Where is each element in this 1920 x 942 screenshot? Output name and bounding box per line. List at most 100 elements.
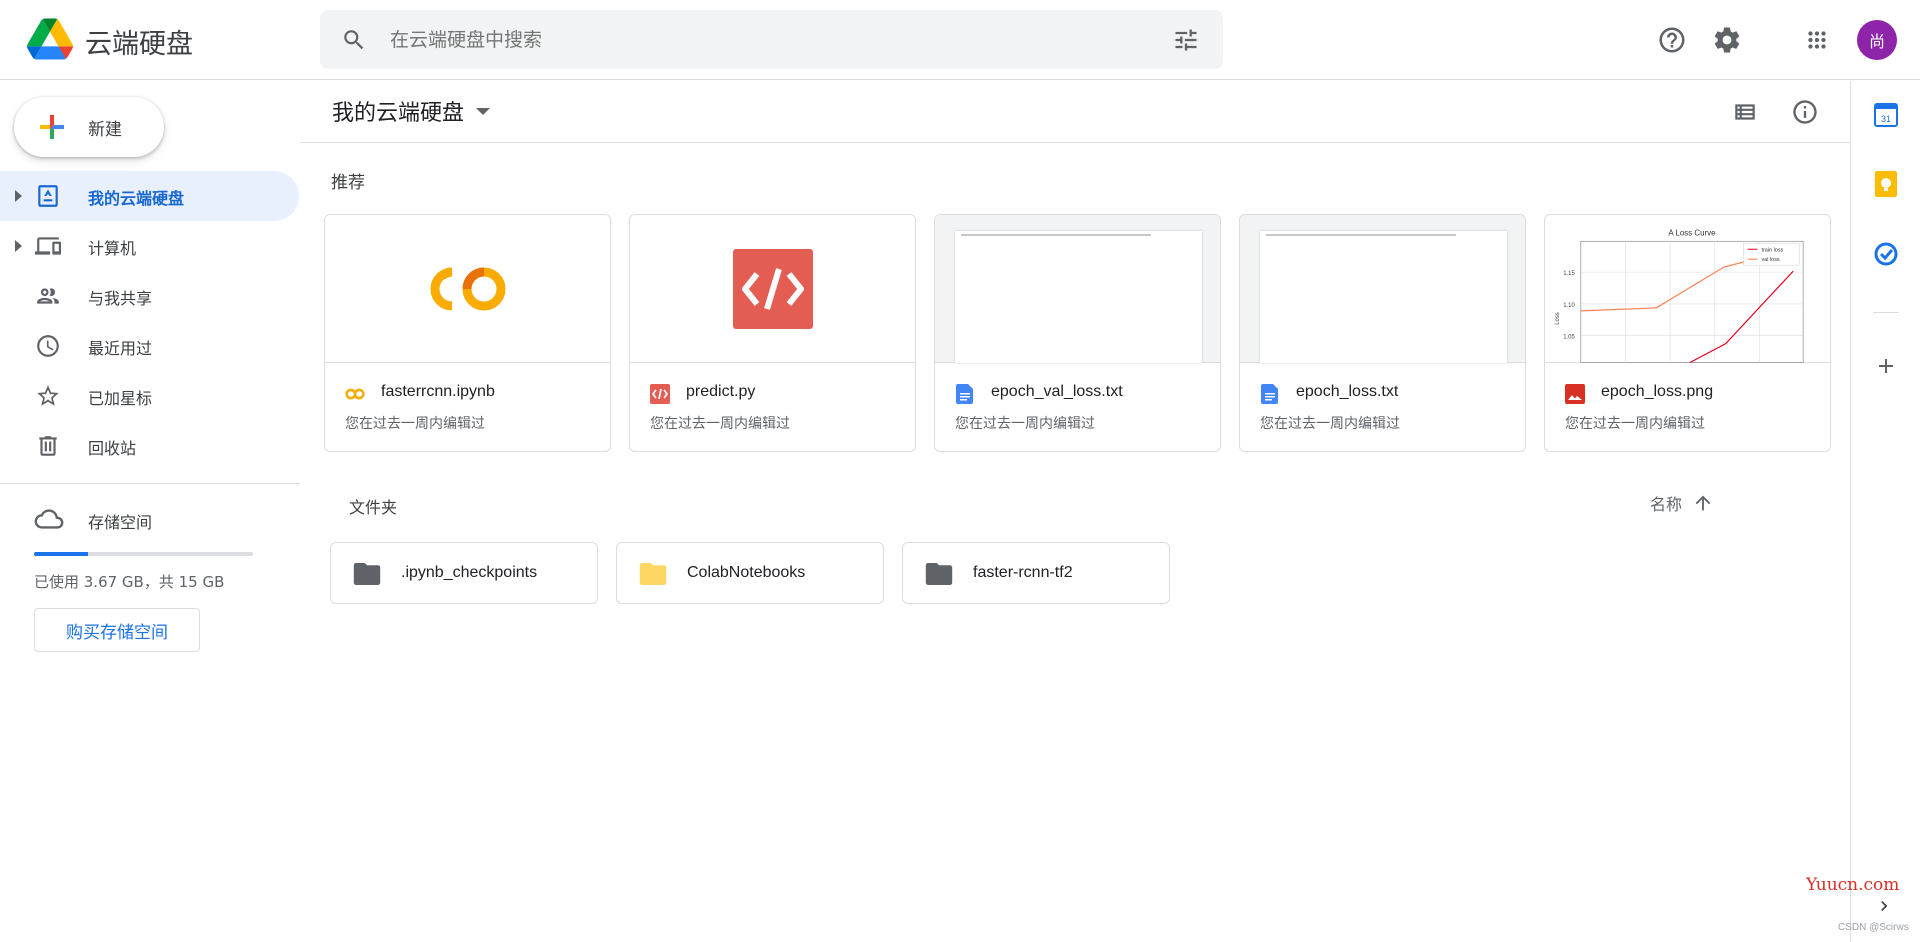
file-activity: 您在过去一周内编辑过 [1565,416,1705,432]
search-options-icon[interactable] [1172,26,1200,54]
code-file-icon [650,384,670,404]
expand-panel-icon[interactable] [1874,896,1894,916]
colab-logo-icon [430,267,505,310]
folders-heading: 文件夹 [349,498,398,517]
calendar-icon[interactable]: 31 [1874,102,1898,128]
sidebar-item-label: 已加星标 [88,389,153,408]
folder-item[interactable]: ColabNotebooks [616,542,884,604]
search-input[interactable] [390,22,1150,58]
sidebar-divider [0,483,300,484]
sidebar-item-starred[interactable]: 已加星标 [0,371,299,421]
loss-curve-thumbnail: A Loss Curve 1.15 1.10 1.05 Loss train l… [1555,228,1804,363]
file-name: epoch_val_loss.txt [991,383,1123,400]
thumb-val-loss-line [1580,254,1770,311]
storage-label[interactable]: 存储空间 [88,509,152,533]
thumb-tick-label: 1.05 [1563,334,1575,340]
thumb-legend-item: train loss [1761,247,1783,253]
folder-icon [925,563,953,585]
image-file-icon [1565,384,1585,404]
search-icon[interactable] [341,27,367,53]
file-card[interactable]: epoch_val_loss.txt 您在过去一周内编辑过 [934,214,1221,452]
apps-grid-icon[interactable] [1799,22,1835,58]
info-icon[interactable] [1790,97,1820,127]
text-line [961,234,1151,236]
file-thumbnail [325,215,610,363]
storage-progress-fill [34,552,88,556]
sidebar-item-label: 回收站 [88,439,137,458]
sidebar: 新建 我的云端硬盘 计算机 与我共享 最近用过 已加星标 回收站 存储空间 已使… [0,81,300,942]
folder-icon [639,563,667,585]
file-name: fasterrcnn.ipynb [381,383,495,400]
sidebar-item-label: 计算机 [88,239,137,258]
calendar-day: 31 [1881,114,1891,124]
file-card[interactable]: epoch_loss.txt 您在过去一周内编辑过 [1239,214,1526,452]
file-activity: 您在过去一周内编辑过 [1260,416,1400,432]
file-card[interactable]: A Loss Curve 1.15 1.10 1.05 Loss train l… [1544,214,1831,452]
new-button[interactable]: 新建 [14,97,164,157]
thumb-tick-label: 1.15 [1563,271,1575,277]
file-card[interactable]: predict.py 您在过去一周内编辑过 [629,214,916,452]
sidebar-item-label: 最近用过 [88,339,153,358]
help-icon[interactable] [1654,22,1690,58]
expand-caret-icon[interactable] [15,240,22,252]
google-drive-logo[interactable] [27,18,73,60]
sidebar-item-shared[interactable]: 与我共享 [0,271,299,321]
page-title: 我的云端硬盘 [332,101,465,126]
folder-icon [353,563,381,585]
list-view-icon[interactable] [1730,97,1760,127]
buy-storage-button[interactable]: 购买存储空间 [34,608,200,652]
trash-icon [39,436,57,456]
thumb-tick-label: 1.10 [1563,302,1575,308]
thumb-legend-item: val loss [1761,257,1779,263]
thumb-train-loss-line [1689,270,1794,363]
sidebar-item-label: 我的云端硬盘 [88,189,185,208]
file-activity: 您在过去一周内编辑过 [955,416,1095,432]
keep-icon[interactable] [1874,171,1898,197]
computers-icon [35,237,61,255]
expand-caret-icon[interactable] [15,190,22,202]
file-name: predict.py [686,383,756,400]
plus-icon [40,115,64,139]
clock-icon [37,335,59,357]
folder-item[interactable]: faster-rcnn-tf2 [902,542,1170,604]
folder-name: faster-rcnn-tf2 [973,564,1073,581]
side-panel-divider [1873,312,1899,313]
sort-control[interactable]: 名称 [1650,491,1714,515]
my-drive-dropdown[interactable]: 我的云端硬盘 [332,95,491,127]
top-bar: 云端硬盘 尚 [0,0,1920,80]
cloud-icon [34,509,64,529]
code-file-large-icon [732,248,813,329]
file-activity: 您在过去一周内编辑过 [650,416,790,432]
watermark-author: CSDN @Scirws [1838,922,1909,933]
app-title[interactable]: 云端硬盘 [85,22,193,61]
main-content: 我的云端硬盘 推荐 fasterrcnn.ipynb 您在过去一周内编辑过 pr… [300,81,1850,942]
my-drive-icon [38,185,58,207]
sort-label[interactable]: 名称 [1650,491,1682,515]
arrow-up-icon[interactable] [1692,492,1714,514]
star-icon [37,385,59,406]
search-bar[interactable] [320,10,1223,69]
thumb-chart-title: A Loss Curve [1668,228,1716,237]
sidebar-item-label: 与我共享 [88,289,153,308]
tasks-icon[interactable] [1874,241,1898,267]
settings-icon[interactable] [1709,22,1745,58]
file-name: epoch_loss.png [1601,383,1714,400]
main-header: 我的云端硬盘 [300,81,1850,143]
add-addon-icon[interactable] [1874,353,1898,379]
storage-used-text: 已使用 3.67 GB，共 15 GB [34,573,225,591]
account-avatar[interactable]: 尚 [1857,20,1897,60]
text-file-icon [956,384,973,404]
new-button-label: 新建 [88,119,122,140]
text-file-icon [1261,384,1278,404]
sidebar-item-my-drive[interactable]: 我的云端硬盘 [0,171,299,221]
file-card[interactable]: fasterrcnn.ipynb 您在过去一周内编辑过 [324,214,611,452]
document-preview [1260,231,1507,363]
folder-name: ColabNotebooks [687,564,806,581]
sidebar-item-trash[interactable]: 回收站 [0,421,299,471]
sidebar-item-computers[interactable]: 计算机 [0,221,299,271]
file-thumbnail: A Loss Curve 1.15 1.10 1.05 Loss train l… [1545,215,1830,363]
document-preview [955,231,1202,363]
chevron-down-icon [476,107,491,115]
sidebar-item-recent[interactable]: 最近用过 [0,321,299,371]
folder-item[interactable]: .ipynb_checkpoints [330,542,598,604]
